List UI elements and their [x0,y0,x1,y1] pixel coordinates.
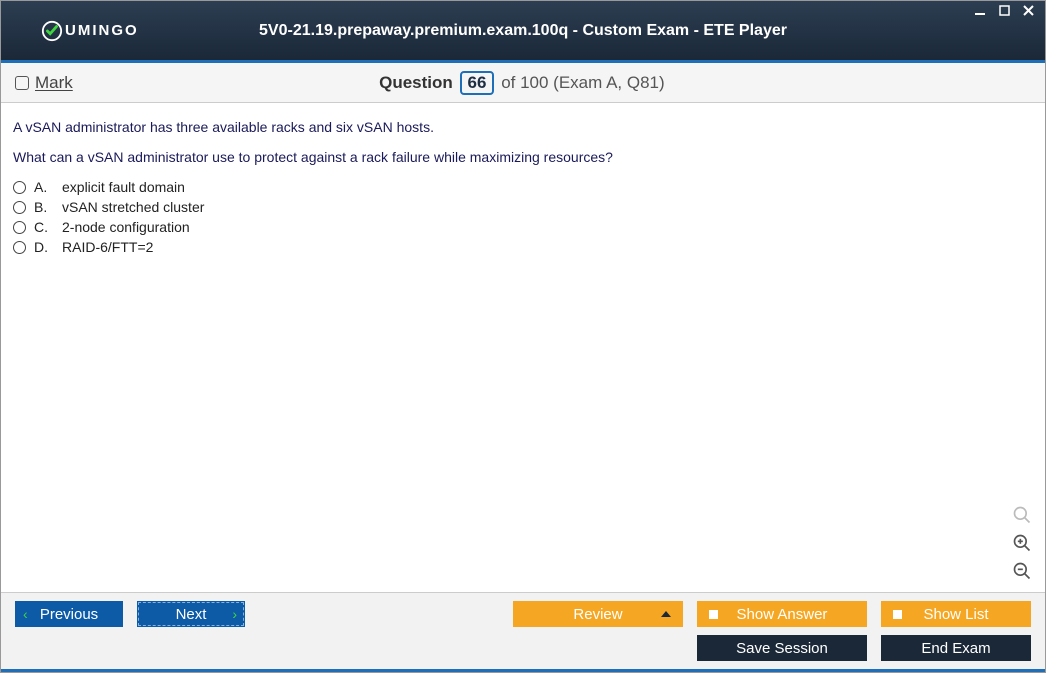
option-text: explicit fault domain [62,179,185,195]
review-label: Review [573,606,622,623]
question-number: 66 [460,71,495,95]
radio-icon [13,201,26,214]
option-letter: B. [34,199,54,215]
radio-icon [13,241,26,254]
end-exam-button[interactable]: End Exam [881,635,1031,661]
next-button[interactable]: Next › [137,601,245,627]
mark-checkbox[interactable]: Mark [15,73,73,93]
previous-button[interactable]: ‹ Previous [15,601,123,627]
option-a[interactable]: A. explicit fault domain [13,179,1033,195]
stop-icon [709,610,718,619]
question-context: of 100 (Exam A, Q81) [501,73,664,92]
show-answer-button[interactable]: Show Answer [697,601,867,627]
footer-bar: ‹ Previous Next › Review Show Answer Sho… [1,592,1045,672]
app-logo: UMINGO [41,20,139,42]
minimize-icon [975,5,987,17]
chevron-left-icon: ‹ [23,606,28,622]
option-text: RAID-6/FTT=2 [62,239,153,255]
show-list-label: Show List [923,606,988,623]
option-letter: D. [34,239,54,255]
option-text: 2-node configuration [62,219,190,235]
zoom-out-icon [1012,561,1032,581]
radio-icon [13,181,26,194]
show-list-button[interactable]: Show List [881,601,1031,627]
window-title: 5V0-21.19.prepaway.premium.exam.100q - C… [1,22,1045,40]
option-c[interactable]: C. 2-node configuration [13,219,1033,235]
review-button[interactable]: Review [513,601,683,627]
maximize-icon [999,5,1011,17]
footer-row-1: ‹ Previous Next › Review Show Answer Sho… [15,601,1031,627]
chevron-right-icon: › [232,606,237,622]
window-controls [973,3,1037,19]
minimize-button[interactable] [973,3,989,19]
question-indicator: Question 66 of 100 (Exam A, Q81) [73,71,971,95]
show-answer-label: Show Answer [737,606,828,623]
stop-icon [893,610,902,619]
zoom-in-icon [1012,533,1032,553]
checkbox-icon [15,76,29,90]
zoom-tools [1011,504,1033,582]
option-d[interactable]: D. RAID-6/FTT=2 [13,239,1033,255]
triangle-up-icon [661,611,671,617]
logo-text: UMINGO [65,22,139,39]
option-text: vSAN stretched cluster [62,199,204,215]
zoom-out-button[interactable] [1011,560,1033,582]
app-window: UMINGO 5V0-21.19.prepaway.premium.exam.1… [0,0,1046,673]
option-letter: A. [34,179,54,195]
previous-label: Previous [40,606,98,623]
next-label: Next [176,606,207,623]
maximize-button[interactable] [997,3,1013,19]
question-content: A vSAN administrator has three available… [1,103,1045,592]
option-b[interactable]: B. vSAN stretched cluster [13,199,1033,215]
checkmark-icon [41,20,63,42]
save-session-label: Save Session [736,640,828,657]
mark-label: Mark [35,73,73,93]
close-icon [1023,5,1035,17]
radio-icon [13,221,26,234]
zoom-in-button[interactable] [1011,532,1033,554]
search-icon [1012,505,1032,525]
search-button[interactable] [1011,504,1033,526]
question-para-2: What can a vSAN administrator use to pro… [13,149,1033,165]
info-bar: Mark Question 66 of 100 (Exam A, Q81) [1,63,1045,103]
question-word: Question [379,73,453,92]
save-session-button[interactable]: Save Session [697,635,867,661]
close-button[interactable] [1021,3,1037,19]
footer-row-2: Save Session End Exam [15,635,1031,661]
title-bar: UMINGO 5V0-21.19.prepaway.premium.exam.1… [1,1,1045,63]
end-exam-label: End Exam [921,640,990,657]
question-para-1: A vSAN administrator has three available… [13,119,1033,135]
options-list: A. explicit fault domain B. vSAN stretch… [13,179,1033,255]
option-letter: C. [34,219,54,235]
